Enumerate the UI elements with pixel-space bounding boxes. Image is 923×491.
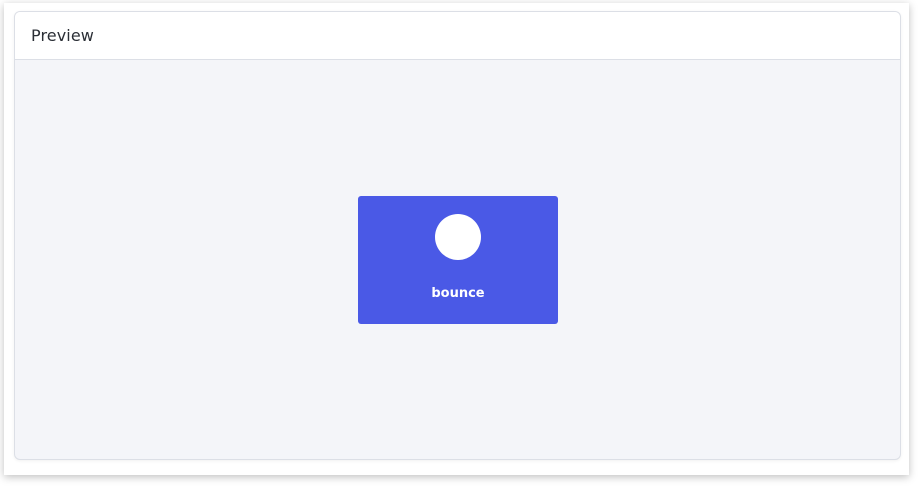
animation-name-label: bounce xyxy=(431,286,485,301)
panel-header: Preview xyxy=(15,12,900,60)
animation-demo-card[interactable]: bounce xyxy=(358,196,558,324)
preview-area: bounce xyxy=(15,60,900,459)
panel-title: Preview xyxy=(31,26,94,45)
ball-shape xyxy=(435,214,481,260)
preview-panel: Preview bounce xyxy=(14,11,901,460)
